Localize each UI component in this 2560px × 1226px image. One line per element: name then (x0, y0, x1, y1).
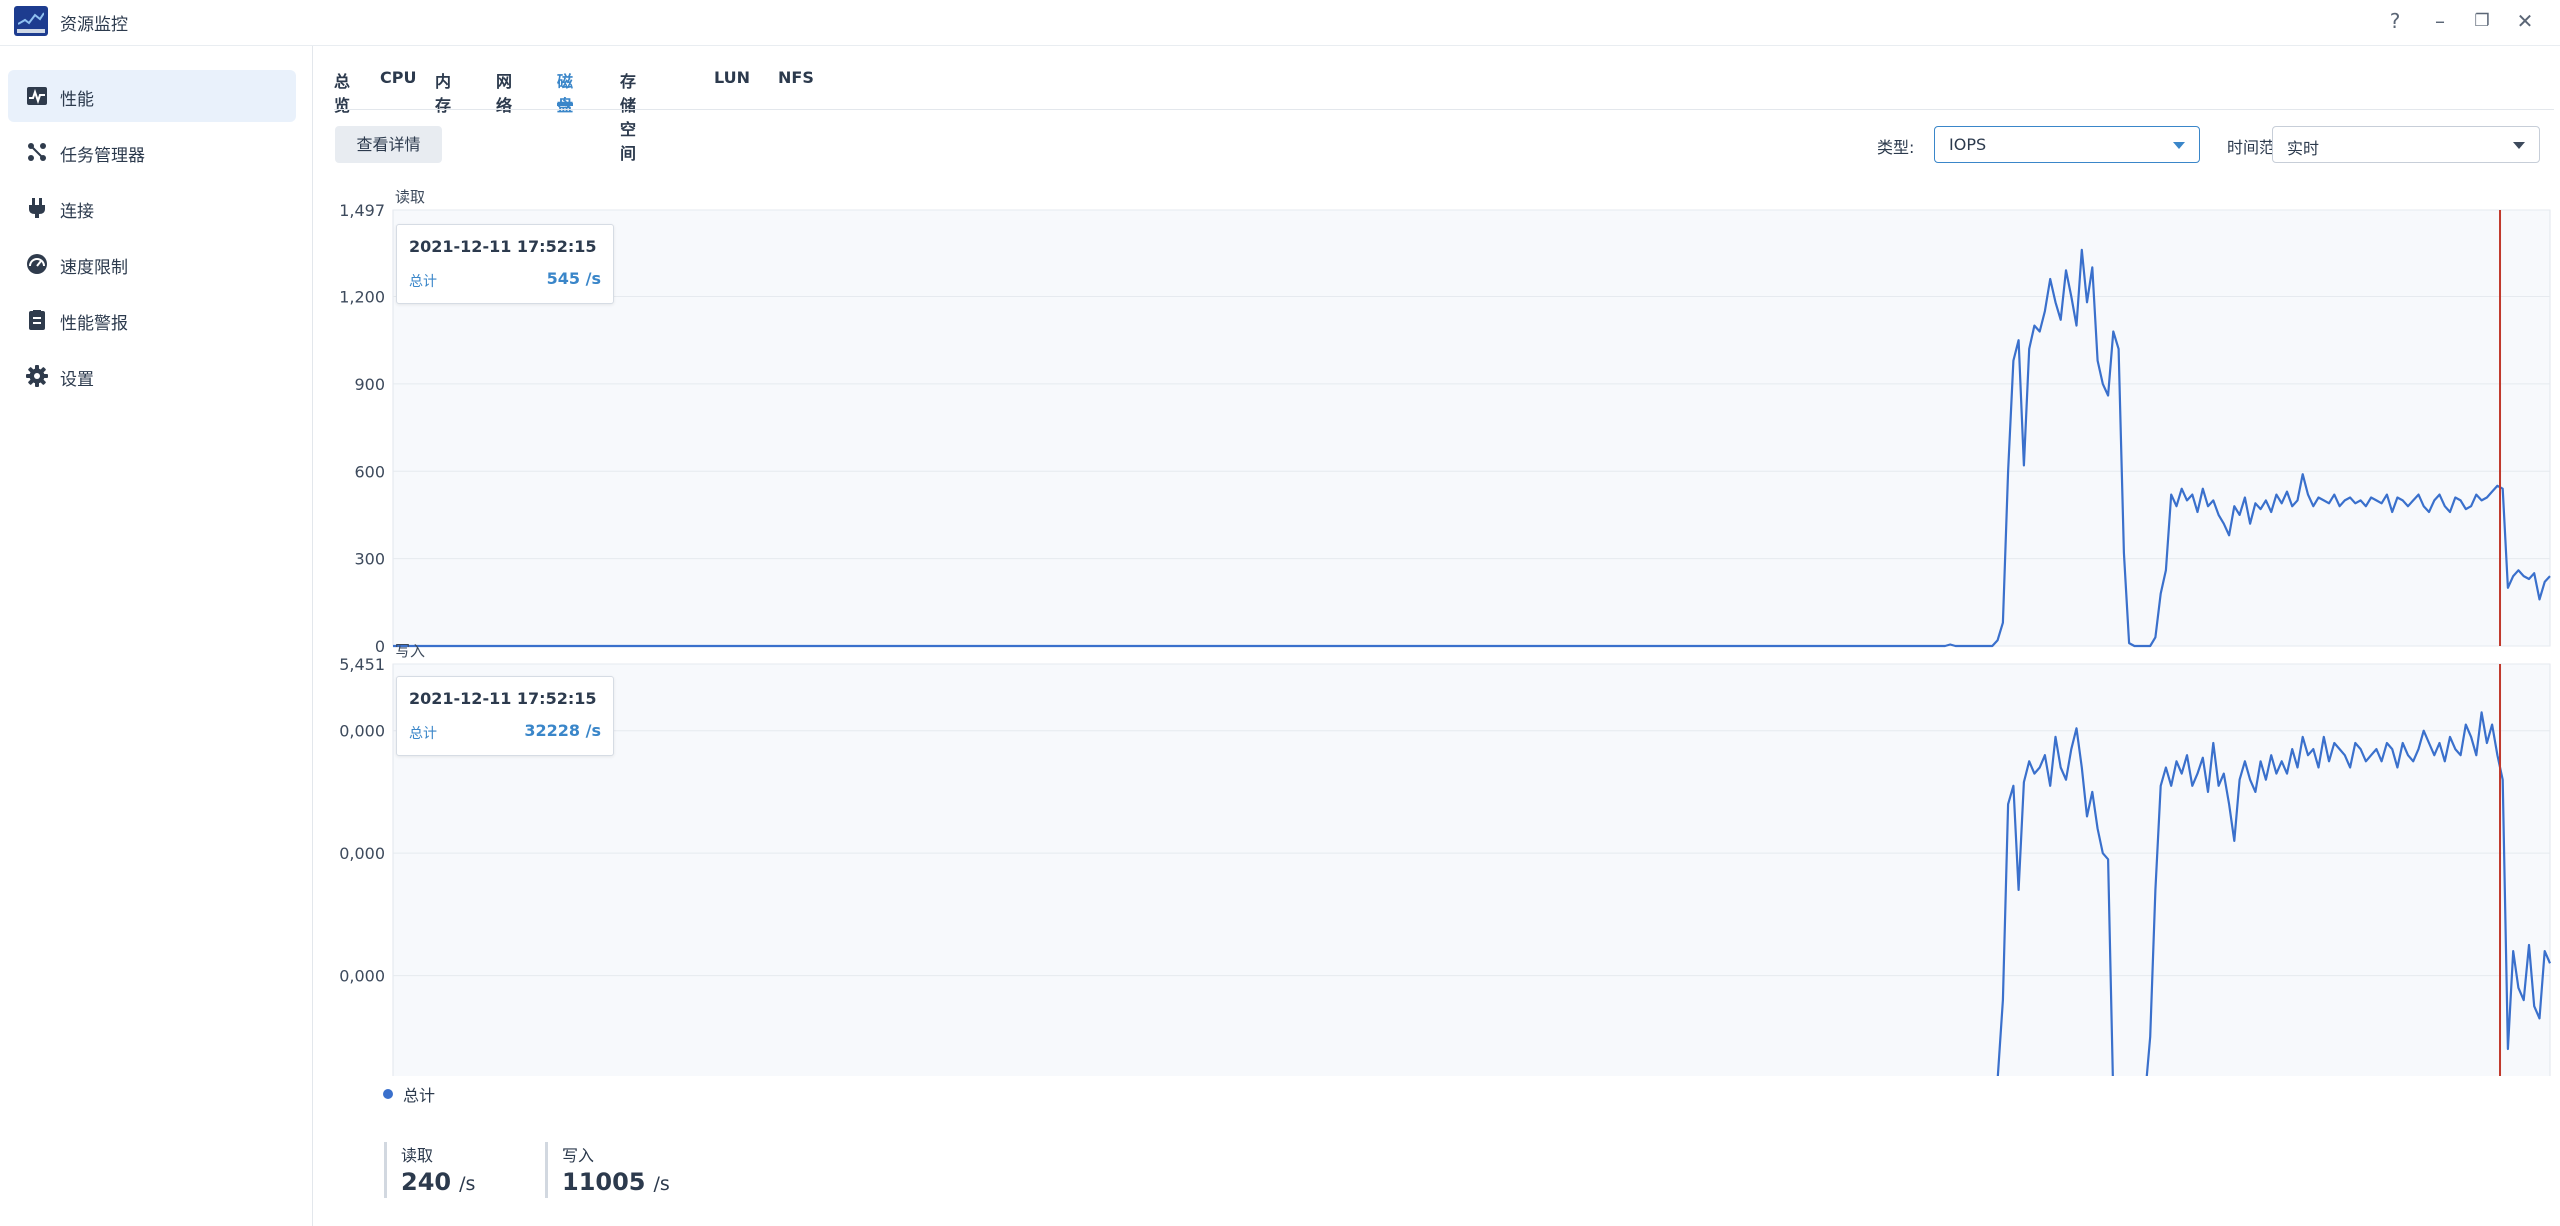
legend-series-dot (383, 1089, 393, 1099)
sidebar-item-performance-alerts[interactable]: 性能警报 (8, 294, 296, 346)
plug-icon (29, 198, 45, 218)
title-bar: 资源监控 ? – ❐ ✕ (0, 0, 2560, 46)
help-button[interactable]: ? (2382, 8, 2408, 34)
y-tick-label: 300 (354, 550, 385, 569)
gear-icon (26, 365, 48, 387)
tooltip-series-label: 总计 (409, 274, 437, 290)
task-manager-icon (28, 143, 46, 161)
sidebar-item-label: 性能警报 (60, 314, 128, 334)
y-tick-label: 900 (354, 375, 385, 394)
read-stat: 读取 240/s (384, 1142, 475, 1198)
legend-series-label: 总计 (403, 1086, 436, 1105)
y-tick-label: 0,000 (339, 844, 385, 863)
y-tick-label: 1,497 (339, 201, 385, 220)
performance-chart-icon (27, 87, 47, 105)
close-button[interactable]: ✕ (2512, 8, 2538, 34)
sidebar-item-performance[interactable]: 性能 (8, 70, 296, 122)
tooltip-series-label: 总计 (409, 726, 437, 742)
main-panel: 总览 CPU 内存 网络 磁盘 存储空间 LUN NFS 查看详情 类型: IO… (314, 46, 2560, 1226)
speedometer-icon (27, 254, 47, 274)
sidebar-item-settings[interactable]: 设置 (8, 350, 296, 402)
read-stat-label: 读取 (401, 1146, 434, 1165)
y-tick-label: 0,000 (339, 967, 385, 986)
read-chart-title: 读取 (395, 188, 425, 206)
alert-clipboard-icon (29, 310, 45, 330)
restore-button[interactable]: ❐ (2469, 8, 2495, 34)
write-chart-title: 写入 (395, 642, 425, 660)
read-stat-value: 240 (401, 1168, 452, 1196)
sidebar-item-label: 速度限制 (60, 258, 128, 278)
sidebar-item-label: 设置 (60, 370, 94, 390)
y-tick-label: 1,200 (339, 288, 385, 307)
sidebar-item-speed-limit[interactable]: 速度限制 (8, 238, 296, 290)
read-stat-unit: /s (459, 1173, 476, 1195)
sidebar-item-label: 任务管理器 (60, 146, 145, 166)
write-stat: 写入 11005/s (545, 1142, 670, 1198)
y-tick-label: 0 (375, 637, 385, 656)
sidebar-item-label: 连接 (60, 202, 94, 222)
tooltip-time: 2021-12-11 17:52:15 (409, 689, 597, 708)
window-title: 资源监控 (60, 15, 128, 35)
y-tick-label: 5,451 (339, 655, 385, 674)
sidebar: 性能 任务管理器 连接 速度限制 性能警报 设置 (0, 46, 313, 1226)
read-chart-tooltip: 2021-12-11 17:52:15 总计 545 /s (396, 224, 614, 304)
sidebar-item-task-manager[interactable]: 任务管理器 (8, 126, 296, 178)
write-plot-area (392, 663, 2551, 1076)
read-plot-area (392, 209, 2551, 647)
sidebar-item-label: 性能 (60, 90, 94, 110)
write-stat-unit: /s (653, 1173, 670, 1195)
y-tick-label: 600 (354, 462, 385, 481)
resource-monitor-app-icon (14, 6, 48, 36)
disk-iops-charts: 03006009001,2001,497读取00,0000,0000,0005,… (339, 188, 2552, 1076)
tooltip-value: 545 /s (546, 269, 601, 288)
tooltip-time: 2021-12-11 17:52:15 (409, 237, 597, 256)
write-stat-label: 写入 (562, 1146, 595, 1165)
write-chart-tooltip: 2021-12-11 17:52:15 总计 32228 /s (396, 676, 614, 756)
sidebar-item-connections[interactable]: 连接 (8, 182, 296, 234)
y-tick-label: 0,000 (339, 722, 385, 741)
write-stat-value: 11005 (562, 1168, 646, 1196)
tooltip-value: 32228 /s (524, 721, 601, 740)
minimize-button[interactable]: – (2427, 8, 2453, 34)
